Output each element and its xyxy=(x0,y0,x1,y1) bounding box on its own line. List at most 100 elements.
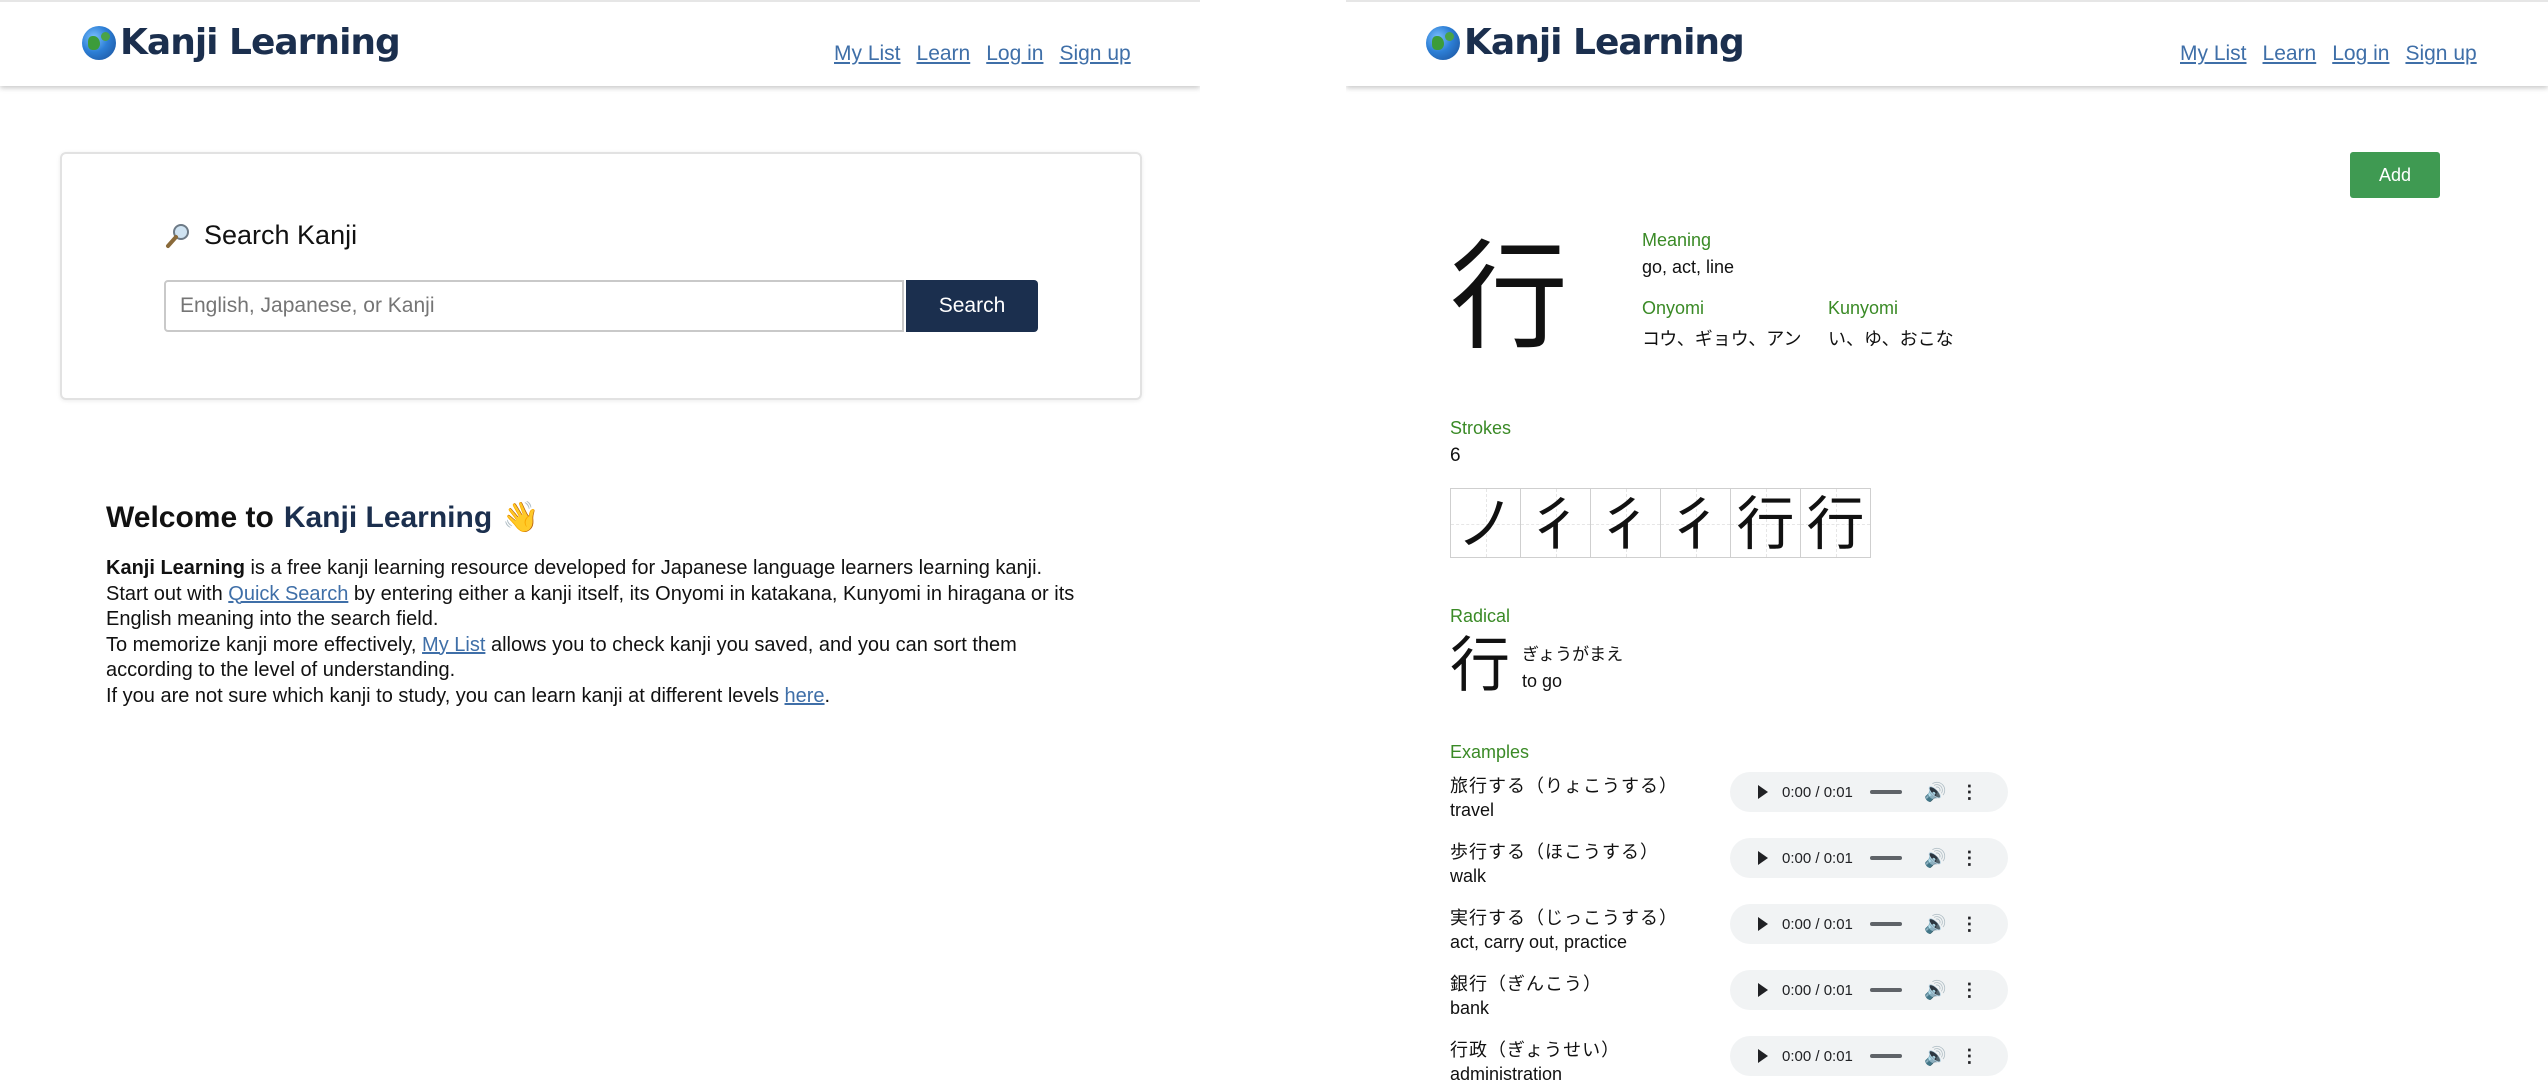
add-to-list-button[interactable]: Add xyxy=(2350,152,2440,198)
intro-line-4-post: . xyxy=(824,684,831,707)
levels-here-link[interactable]: here xyxy=(785,685,825,707)
onyomi-section: Onyomi コウ、ギョウ、アン xyxy=(1642,298,1801,351)
stroke-step-glyph: 彳 xyxy=(1526,490,1585,558)
intro-line-2: Start out with Quick Search by entering … xyxy=(106,582,1106,633)
brand-name: Kanji Learning xyxy=(1464,22,1745,63)
welcome-brand: Kanji Learning xyxy=(283,500,493,534)
intro-line-3: To memorize kanji more effectively, My L… xyxy=(106,633,1106,684)
more-options-icon[interactable]: ⋮ xyxy=(1960,1046,1978,1067)
kunyomi-value: い、ゆ、おこな xyxy=(1828,329,1954,349)
header-bar: Kanji Learning My List Learn Log in Sign… xyxy=(1346,0,2548,86)
volume-icon[interactable]: 🔊 xyxy=(1924,914,1946,935)
brand-name: Kanji Learning xyxy=(120,22,401,63)
radical-meaning: to go xyxy=(1522,671,1563,691)
search-title: Search Kanji xyxy=(204,220,358,250)
stroke-step: 行 xyxy=(1730,488,1801,558)
nav-sign-up-link[interactable]: Sign up xyxy=(2405,42,2476,66)
kanji-detail-panel: Kanji Learning My List Learn Log in Sign… xyxy=(1346,0,2548,1090)
onyomi-value: コウ、ギョウ、アン xyxy=(1642,329,1802,349)
stroke-step: 彳 xyxy=(1660,488,1731,558)
nav-sign-up-link[interactable]: Sign up xyxy=(1059,42,1130,66)
intro-brand: Kanji Learning xyxy=(106,557,245,579)
play-icon[interactable] xyxy=(1758,917,1768,931)
kunyomi-label: Kunyomi xyxy=(1828,298,1899,318)
play-icon[interactable] xyxy=(1758,983,1768,997)
radical-character: 行 xyxy=(1450,631,1510,701)
search-button[interactable]: Search xyxy=(906,280,1038,332)
nav-log-in-link[interactable]: Log in xyxy=(986,42,1043,66)
examples-list: 旅行する（りょこうする） travel 0:00 / 0:01 🔊 ⋮ 歩行する… xyxy=(1450,772,2010,1090)
nav-learn-link[interactable]: Learn xyxy=(917,42,971,66)
home-page-panel: Kanji Learning My List Learn Log in Sign… xyxy=(0,0,1200,1090)
meaning-value: go, act, line xyxy=(1642,257,1735,277)
intro-line-2-pre: Start out with xyxy=(106,582,229,605)
audio-time: 0:00 / 0:01 xyxy=(1782,915,1853,933)
brand-logo[interactable]: Kanji Learning xyxy=(82,22,401,63)
header-bar: Kanji Learning My List Learn Log in Sign… xyxy=(0,0,1200,86)
audio-player[interactable]: 0:00 / 0:01 🔊 ⋮ xyxy=(1730,970,2008,1010)
audio-progress-track[interactable] xyxy=(1870,922,1902,926)
search-input[interactable] xyxy=(164,280,904,332)
stroke-step-glyph: 彳 xyxy=(1596,490,1655,558)
stroke-step-glyph: 彳 xyxy=(1666,490,1725,558)
examples-label: Examples xyxy=(1450,742,1530,762)
stroke-step-glyph: 行 xyxy=(1736,490,1795,558)
audio-progress-track[interactable] xyxy=(1870,856,1902,860)
example-item: 歩行する（ほこうする） walk 0:00 / 0:01 🔊 ⋮ xyxy=(1450,838,2010,904)
audio-progress-track[interactable] xyxy=(1870,790,1902,794)
welcome-prefix: Welcome to xyxy=(106,500,274,534)
onyomi-label: Onyomi xyxy=(1642,298,1705,318)
intro-line-4: If you are not sure which kanji to study… xyxy=(106,684,1106,710)
intro-text: Kanji Learning is a free kanji learning … xyxy=(106,556,1106,709)
stroke-step: 行 xyxy=(1800,488,1871,558)
search-heading: Search Kanji xyxy=(164,220,357,251)
more-options-icon[interactable]: ⋮ xyxy=(1960,848,1978,869)
globe-icon xyxy=(82,25,116,60)
audio-player[interactable]: 0:00 / 0:01 🔊 ⋮ xyxy=(1730,772,2008,812)
more-options-icon[interactable]: ⋮ xyxy=(1960,914,1978,935)
audio-player[interactable]: 0:00 / 0:01 🔊 ⋮ xyxy=(1730,904,2008,944)
more-options-icon[interactable]: ⋮ xyxy=(1960,980,1978,1001)
quick-search-link[interactable]: Quick Search xyxy=(228,583,348,605)
magnifier-icon xyxy=(166,223,189,248)
audio-time: 0:00 / 0:01 xyxy=(1782,849,1853,867)
stroke-step-glyph: ノ xyxy=(1456,490,1515,558)
stroke-step: 彳 xyxy=(1590,488,1661,558)
intro-line-1-text: is a free kanji learning resource develo… xyxy=(244,557,1043,579)
nav-my-list-link[interactable]: My List xyxy=(834,42,901,66)
example-item: 旅行する（りょこうする） travel 0:00 / 0:01 🔊 ⋮ xyxy=(1450,772,2010,838)
play-icon[interactable] xyxy=(1758,851,1768,865)
stroke-step: 彳 xyxy=(1520,488,1591,558)
volume-icon[interactable]: 🔊 xyxy=(1924,980,1946,1001)
nav-log-in-link[interactable]: Log in xyxy=(2332,42,2389,66)
volume-icon[interactable]: 🔊 xyxy=(1924,848,1946,869)
radical-reading: ぎょうがまえ xyxy=(1522,645,1624,664)
panel-gap xyxy=(1200,0,1346,1090)
search-card: Search Kanji Search xyxy=(60,152,1142,400)
example-item: 行政（ぎょうせい） administration 0:00 / 0:01 🔊 ⋮ xyxy=(1450,1036,2010,1090)
play-icon[interactable] xyxy=(1758,785,1768,799)
more-options-icon[interactable]: ⋮ xyxy=(1960,782,1978,803)
my-list-link[interactable]: My List xyxy=(422,634,485,656)
kunyomi-section: Kunyomi い、ゆ、おこな xyxy=(1828,298,1954,351)
audio-progress-track[interactable] xyxy=(1870,988,1902,992)
kanji-character: 行 xyxy=(1450,228,1569,366)
brand-logo[interactable]: Kanji Learning xyxy=(1426,22,1745,63)
audio-player[interactable]: 0:00 / 0:01 🔊 ⋮ xyxy=(1730,838,2008,878)
main-nav: My List Learn Log in Sign up xyxy=(2180,42,2477,66)
audio-player[interactable]: 0:00 / 0:01 🔊 ⋮ xyxy=(1730,1036,2008,1076)
nav-learn-link[interactable]: Learn xyxy=(2263,42,2317,66)
globe-icon xyxy=(1426,25,1460,60)
nav-my-list-link[interactable]: My List xyxy=(2180,42,2247,66)
volume-icon[interactable]: 🔊 xyxy=(1924,1046,1946,1067)
strokes-count: 6 xyxy=(1450,445,1461,466)
audio-time: 0:00 / 0:01 xyxy=(1782,783,1853,801)
meaning-section: Meaning go, act, line xyxy=(1642,230,1734,278)
intro-line-3-pre: To memorize kanji more effectively, xyxy=(106,633,423,656)
play-icon[interactable] xyxy=(1758,1049,1768,1063)
example-item: 銀行（ぎんこう） bank 0:00 / 0:01 🔊 ⋮ xyxy=(1450,970,2010,1036)
meaning-label: Meaning xyxy=(1642,230,1712,250)
volume-icon[interactable]: 🔊 xyxy=(1924,782,1946,803)
audio-progress-track[interactable] xyxy=(1870,1054,1902,1058)
strokes-section: Strokes 6 xyxy=(1450,418,1511,467)
